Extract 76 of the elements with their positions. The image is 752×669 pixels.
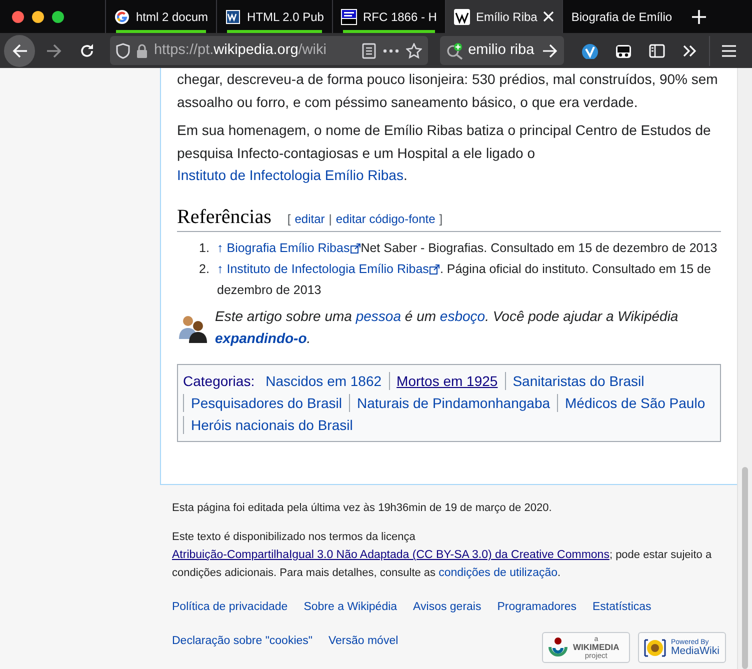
- browser-tab[interactable]: Emílio Riba: [444, 0, 562, 33]
- scrollbar-thumb[interactable]: [742, 467, 748, 669]
- link[interactable]: Instituto de Infectologia Emílio Ribas: [177, 167, 404, 183]
- separator: |: [328, 210, 332, 228]
- bracket: [: [287, 210, 291, 228]
- edit-source-link[interactable]: editar código-fonte: [336, 210, 436, 228]
- footer-link[interactable]: Versão móvel: [328, 632, 398, 650]
- paragraph: Em sua homenagem, o nome de Emílio Ribas batiza o principal Centro de Estudos de pesquisa Infecto-contagiosas e um Hospital a ele ligado o Instituto de Infectologia Emílio Ribas.: [177, 121, 712, 185]
- external-link-icon: [428, 264, 440, 275]
- close-icon[interactable]: [543, 11, 554, 22]
- search-field[interactable]: emilio riba: [440, 36, 564, 65]
- category-link[interactable]: Sanitaristas do Brasil: [504, 372, 652, 390]
- window-control[interactable]: [32, 10, 44, 22]
- sidebar-icon: [648, 42, 665, 58]
- url-field[interactable]: https://pt.wikipedia.org/wiki: [110, 36, 428, 65]
- forward-arrow-icon: [46, 42, 62, 58]
- shield-icon: [116, 42, 130, 58]
- link[interactable]: Atribuição-CompartilhaIgual 3.0 Não Adaptada (CC BY-SA 3.0) da Creative Commons: [172, 549, 610, 561]
- link[interactable]: pessoa: [356, 308, 402, 324]
- section-heading: Referências: [177, 204, 272, 228]
- rfc-icon: [340, 8, 357, 24]
- reader-view-icon[interactable]: [362, 42, 376, 58]
- search-icon: [446, 42, 464, 60]
- back-arrow-icon: [12, 42, 28, 58]
- plus-icon: [691, 8, 708, 24]
- reference-text: ↑ Instituto de Infectologia Emílio Ribas . Página oficial do instituto. Consultado em 15 de dezembro de 2013: [217, 260, 712, 298]
- category-link[interactable]: Mortos em 1925: [388, 372, 505, 390]
- window-control[interactable]: [12, 10, 24, 22]
- bird-logo-icon: [581, 42, 600, 58]
- w3-icon: [225, 8, 242, 24]
- bracket: ]: [439, 210, 443, 228]
- footer-link[interactable]: Estatísticas: [592, 598, 652, 616]
- categories-link[interactable]: Categorias:: [183, 370, 255, 392]
- badge-text: MediaWiki: [671, 646, 720, 656]
- star-icon[interactable]: [406, 42, 422, 58]
- window-control[interactable]: [52, 10, 64, 22]
- link[interactable]: Biografia Emílio Ribas: [226, 240, 350, 254]
- go-arrow-icon[interactable]: [542, 42, 558, 58]
- license-text: Este texto é disponibilizado nos termos da licença Atribuição-CompartilhaIgual 3.0 Não Adaptada (CC BY-SA 3.0) da Creative Commons; pode estar sujeito a condições adicionais. Para mais detalhes, consulte as condições de utilização.: [172, 530, 713, 581]
- stub-notice: Este artigo sobre uma pessoa é um esboço. Você pode ajudar a Wikipédia expandindo-o.: [215, 306, 680, 348]
- reference-number: 1.: [199, 240, 210, 256]
- footer-link[interactable]: Política de privacidade: [172, 598, 288, 616]
- reference-text: ↑ Biografia Emílio Ribas Net Saber - Biografias. Consultado em 15 de dezembro de 2013: [217, 240, 718, 257]
- link[interactable]: Instituto de Infectologia Emílio Ribas: [226, 262, 429, 276]
- footer-link[interactable]: Declaração sobre "cookies": [172, 632, 312, 650]
- reference-number: 2.: [199, 260, 210, 278]
- lock-icon: [136, 44, 148, 58]
- back-link[interactable]: ↑: [217, 240, 224, 254]
- w-logo-icon: [454, 8, 470, 24]
- badge-text: WIKIMEDIA: [573, 643, 620, 652]
- link[interactable]: esboço: [440, 308, 486, 324]
- link[interactable]: condições de utilização: [438, 567, 558, 579]
- menu-icon: [720, 42, 737, 58]
- back-link[interactable]: ↑: [217, 262, 224, 276]
- sunflower-icon: [643, 636, 667, 658]
- wikimedia-logo-icon: [547, 636, 569, 658]
- back-button[interactable]: [4, 34, 36, 66]
- url-text: https://pt.wikipedia.org/wiki: [154, 40, 328, 60]
- category-link[interactable]: Naturais de Pindamonhangaba: [348, 394, 558, 412]
- double-chevron-icon: [682, 42, 698, 58]
- link[interactable]: expandindo-o: [215, 330, 307, 346]
- search-text: emilio riba: [468, 40, 536, 60]
- category-link[interactable]: Médicos de São Paulo: [557, 394, 712, 412]
- footer-link[interactable]: Programadores: [497, 598, 576, 616]
- footer-link[interactable]: Sobre a Wikipédia: [304, 598, 398, 616]
- footer-link[interactable]: Avisos gerais: [413, 598, 482, 616]
- mask-icon: [615, 42, 632, 58]
- external-link-icon: [350, 242, 361, 254]
- google-icon: [114, 8, 130, 24]
- last-edited-text: Esta página foi editada pela última vez às 19h36min de 19 de março de 2020.: [172, 501, 553, 516]
- reload-icon: [79, 42, 96, 58]
- category-link[interactable]: Heróis nacionais do Brasil: [183, 416, 360, 434]
- category-link[interactable]: Nascidos em 1862: [258, 372, 389, 390]
- edit-link[interactable]: editar: [294, 210, 325, 228]
- paragraph: chegar, descreveu-a de forma pouco lisonjeira: 530 prédios, mal construídos, 90% sem assoalho ou forro, e com péssimo saneamento básico, o que era verdade.: [177, 70, 719, 112]
- category-link[interactable]: Pesquisadores do Brasil: [183, 394, 349, 412]
